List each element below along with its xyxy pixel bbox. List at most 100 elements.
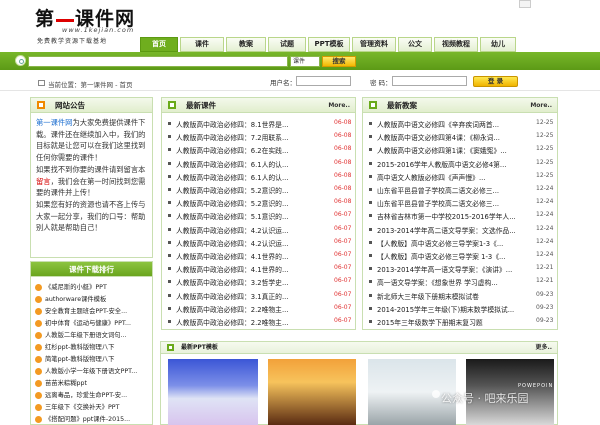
password-field[interactable] <box>392 76 467 86</box>
latest-courses-more-link[interactable]: More.. <box>328 98 350 113</box>
list-item-title[interactable]: 2013-2014学年高二语文导学案：文选作品... <box>377 225 516 235</box>
list-item[interactable]: 2015-2016学年人教版高中语文必修4第... 12-25 <box>363 157 557 169</box>
ppt-thumbnail[interactable] <box>268 359 356 425</box>
list-item-title[interactable]: 人教版高中政治必修四：3.1真正的... <box>176 291 288 301</box>
list-item-title[interactable]: 人教版高中政治必修四：2.2唯物主... <box>176 304 288 314</box>
list-item-title[interactable]: 新北师大三年级下册期末模拟试卷 <box>377 291 479 301</box>
list-item-title[interactable]: 人教版高中政治必修四：4.2认识运... <box>176 238 288 248</box>
list-item-title[interactable]: 人教版高中政治必修四：5.1意识的... <box>176 211 288 221</box>
list-item[interactable]: 人教版高中政治必修四：6.1人的认... 06-08 <box>162 170 355 182</box>
download-rank-item[interactable]: 《威尼斯的小艇》PPT <box>35 282 107 291</box>
nav-management[interactable]: 管理资料 <box>352 37 396 52</box>
nav-ppt[interactable]: PPT模板 <box>308 37 350 52</box>
notice-guestbook-link[interactable]: 留言 <box>36 177 51 186</box>
list-item-title[interactable]: 人教版高中政治必修四：7.2用联系... <box>176 132 288 142</box>
list-item-title[interactable]: 【人教版】高中语文必修三导学案1-3《... <box>377 238 503 248</box>
list-item-title[interactable]: 高一语文导学案：《想象世界 学习虚构... <box>377 277 498 287</box>
ppt-thumbnail[interactable] <box>168 359 258 425</box>
nav-lessons[interactable]: 教案 <box>226 37 266 52</box>
list-item[interactable]: 2013-2014学年高一语文导学案：《演讲》... 12-21 <box>363 262 557 274</box>
download-rank-item[interactable]: 人教版二年级下册语文词句... <box>35 330 127 339</box>
list-item[interactable]: 人教版高中政治必修四：4.1世界的... 06-07 <box>162 262 355 274</box>
list-item-title[interactable]: 人教版高中语文必修四第4课：《柳永词... <box>377 132 500 142</box>
search-category-select[interactable]: 课件 <box>290 56 320 67</box>
list-item-title[interactable]: 2015-2016学年人教版高中语文必修4第... <box>377 159 506 169</box>
download-rank-item[interactable]: authorware课件模板 <box>35 294 106 303</box>
nav-documents[interactable]: 公文 <box>398 37 432 52</box>
latest-lessons-more-link[interactable]: More.. <box>530 98 552 113</box>
list-item[interactable]: 【人教版】高中语文必修三导学案1-3《... 12-24 <box>363 236 557 248</box>
list-item[interactable]: 人教版高中政治必修四：6.2在实践... 06-08 <box>162 143 355 155</box>
list-item[interactable]: 人教版高中政治必修四：4.2认识运... 06-07 <box>162 223 355 235</box>
list-item[interactable]: 2015年三年级数学下册期末复习题 09-23 <box>363 315 557 327</box>
list-item[interactable]: 人教版高中政治必修四：4.2认识运... 06-07 <box>162 236 355 248</box>
list-item-date: 12-24 <box>536 185 554 192</box>
download-rank-item[interactable]: 三年级下《交换补天》PPT <box>35 402 119 411</box>
list-item[interactable]: 人教版高中语文必修四第4课：《柳永词... 12-25 <box>363 130 557 142</box>
list-item-title[interactable]: 人教版高中政治必修四：2.2唯物主... <box>176 317 288 327</box>
search-button[interactable]: 搜索 <box>322 56 356 67</box>
list-item[interactable]: 人教版高中政治必修四：6.1人的认... 06-08 <box>162 157 355 169</box>
list-item-title[interactable]: 人教版高中政治必修四：6.1人的认... <box>176 172 288 182</box>
list-item-title[interactable]: 人教版高中政治必修四：4.2认识运... <box>176 225 288 235</box>
ppt-more-link[interactable]: 更多.. <box>535 342 552 354</box>
list-item-title[interactable]: 2013-2014学年高一语文导学案：《演讲》... <box>377 264 512 274</box>
list-item-title[interactable]: 吉林省吉林市第一中学校2015-2016学年人... <box>377 211 516 221</box>
list-item-title[interactable]: 2015年三年级数学下册期末复习题 <box>377 317 483 327</box>
list-item[interactable]: 人教版高中政治必修四：4.1世界的... 06-07 <box>162 249 355 261</box>
list-item[interactable]: 2014-2015学年三年级(下)期末数学模拟试... 09-23 <box>363 302 557 314</box>
list-item-title[interactable]: 高中语文人教版必修四《声声慢》... <box>377 172 485 182</box>
list-item-title[interactable]: 人教版高中语文必修四第1课：《窦娥冤》... <box>377 145 507 155</box>
download-rank-item[interactable]: 远离毒品，珍爱生命PPT-安... <box>35 390 127 399</box>
list-item-title[interactable]: 【人教版】高中语文必修三导学案 1-3《... <box>377 251 506 261</box>
list-item[interactable]: 高一语文导学案：《想象世界 学习虚构... 12-21 <box>363 275 557 287</box>
list-item[interactable]: 人教版高中政治必修四：5.1意识的... 06-07 <box>162 209 355 221</box>
list-item[interactable]: 人教版高中语文必修四第1课：《窦娥冤》... 12-25 <box>363 143 557 155</box>
list-item[interactable]: 新北师大三年级下册期末模拟试卷 09-23 <box>363 289 557 301</box>
list-item-title[interactable]: 人教版高中政治必修四：6.2在实践... <box>176 145 288 155</box>
list-item-title[interactable]: 人教版高中语文必修四《辛弃疾词两首... <box>377 119 499 129</box>
download-rank-item[interactable]: 苗苗米粽糊ppt <box>35 378 87 387</box>
list-item[interactable]: 2013-2014学年高二语文导学案：文选作品... 12-24 <box>363 223 557 235</box>
download-rank-item[interactable]: 简笔ppt-教科版物理八下 <box>35 354 114 363</box>
list-item[interactable]: 人教版高中政治必修四：3.2哲学史... 06-07 <box>162 275 355 287</box>
list-item[interactable]: 山东省平邑县曾子学校高二语文必修三... 12-24 <box>363 196 557 208</box>
nav-courses[interactable]: 课件 <box>180 37 224 52</box>
list-item-title[interactable]: 人教版高中政治必修四：5.2意识的... <box>176 185 288 195</box>
list-item-title[interactable]: 人教版高中政治必修四：4.1世界的... <box>176 251 288 261</box>
list-item[interactable]: 人教版高中政治必修四：3.1真正的... 06-07 <box>162 289 355 301</box>
nav-exams[interactable]: 试题 <box>268 37 306 52</box>
list-item[interactable]: 人教版高中语文必修四《辛弃疾词两首... 12-25 <box>363 117 557 129</box>
download-rank-item[interactable]: 红杉ppt-教科版物理八下 <box>35 342 114 351</box>
search-input[interactable] <box>28 56 288 67</box>
nav-home[interactable]: 首页 <box>140 37 178 52</box>
download-rank-item[interactable]: 初中体育《运动与健康》PPT... <box>35 318 131 327</box>
download-rank-item[interactable]: 安全教育主题班会PPT-安全... <box>35 306 127 315</box>
list-item-title[interactable]: 2014-2015学年三年级(下)期末数学模拟试... <box>377 304 514 314</box>
list-item[interactable]: 高中语文人教版必修四《声声慢》... 12-25 <box>363 170 557 182</box>
list-item-title[interactable]: 人教版高中政治必修四：4.1世界的... <box>176 264 288 274</box>
list-item-title[interactable]: 人教版高中政治必修四：3.2哲学史... <box>176 277 288 287</box>
list-item[interactable]: 人教版高中政治必修四：5.2意识的... 06-08 <box>162 196 355 208</box>
username-field[interactable] <box>296 76 351 86</box>
nav-kids[interactable]: 幼儿 <box>480 37 516 52</box>
list-item-title[interactable]: 人教版高中政治必修四：5.2意识的... <box>176 198 288 208</box>
list-item[interactable]: 山东省平邑县曾子学校高二语文必修三... 12-24 <box>363 183 557 195</box>
list-item[interactable]: 人教版高中政治必修四：7.2用联系... 06-08 <box>162 130 355 142</box>
list-item-title[interactable]: 人教版高中政治必修四：8.1世界是... <box>176 119 288 129</box>
download-rank-item[interactable]: 《搭配问题》ppt课件-2015... <box>35 414 130 423</box>
download-rank-item[interactable]: 人教版小学一年级下册语文PPT... <box>35 366 137 375</box>
list-item[interactable]: 吉林省吉林市第一中学校2015-2016学年人... 12-24 <box>363 209 557 221</box>
list-item[interactable]: 人教版高中政治必修四：5.2意识的... 06-08 <box>162 183 355 195</box>
list-item-title[interactable]: 人教版高中政治必修四：6.1人的认... <box>176 159 288 169</box>
nav-video[interactable]: 视频教程 <box>434 37 478 52</box>
list-item[interactable]: 人教版高中政治必修四：2.2唯物主... 06-07 <box>162 315 355 327</box>
notice-site-link[interactable]: 第一课件网 <box>36 118 72 127</box>
breadcrumb[interactable]: 当前位置：第一课件网 - 首页 <box>48 79 132 89</box>
list-item-title[interactable]: 山东省平邑县曾子学校高二语文必修三... <box>377 185 499 195</box>
list-item[interactable]: 人教版高中政治必修四：2.2唯物主... 06-07 <box>162 302 355 314</box>
list-item[interactable]: 人教版高中政治必修四：8.1世界是... 06-08 <box>162 117 355 129</box>
list-item-title[interactable]: 山东省平邑县曾子学校高二语文必修三... <box>377 198 499 208</box>
list-item[interactable]: 【人教版】高中语文必修三导学案 1-3《... 12-24 <box>363 249 557 261</box>
login-button[interactable]: 登 录 <box>473 76 518 87</box>
